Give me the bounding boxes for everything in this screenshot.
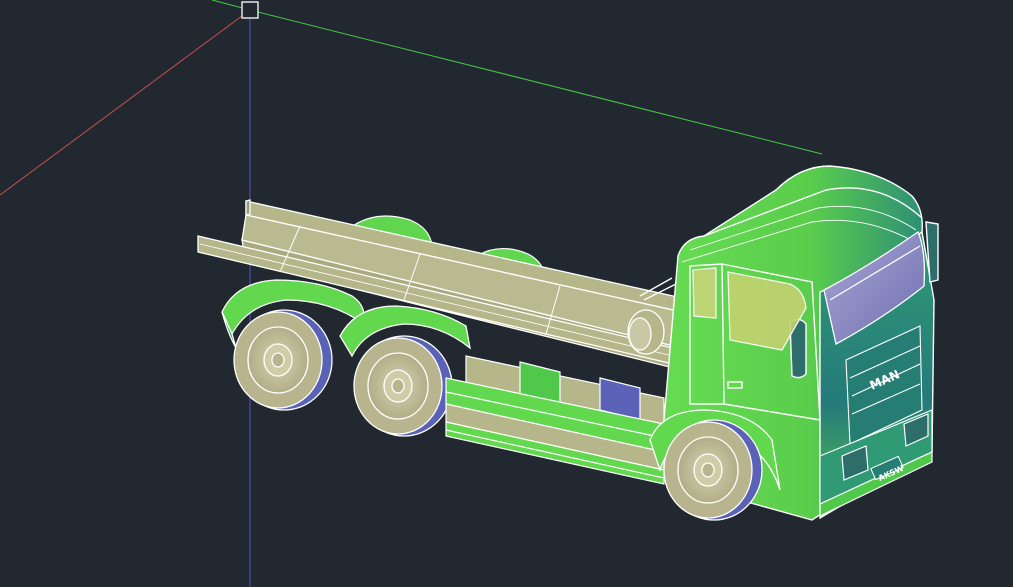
rear-wheel-1 xyxy=(233,309,333,411)
ucs-y-axis xyxy=(249,9,823,155)
ucs-x-axis xyxy=(0,9,251,196)
ucs-origin-square-icon[interactable] xyxy=(241,1,259,19)
model-viewport[interactable]: MAN AKSW xyxy=(0,0,1013,587)
rear-wheel-2 xyxy=(353,335,453,437)
front-wheel xyxy=(663,419,763,521)
truck-3d-model[interactable]: MAN AKSW xyxy=(0,0,1013,587)
